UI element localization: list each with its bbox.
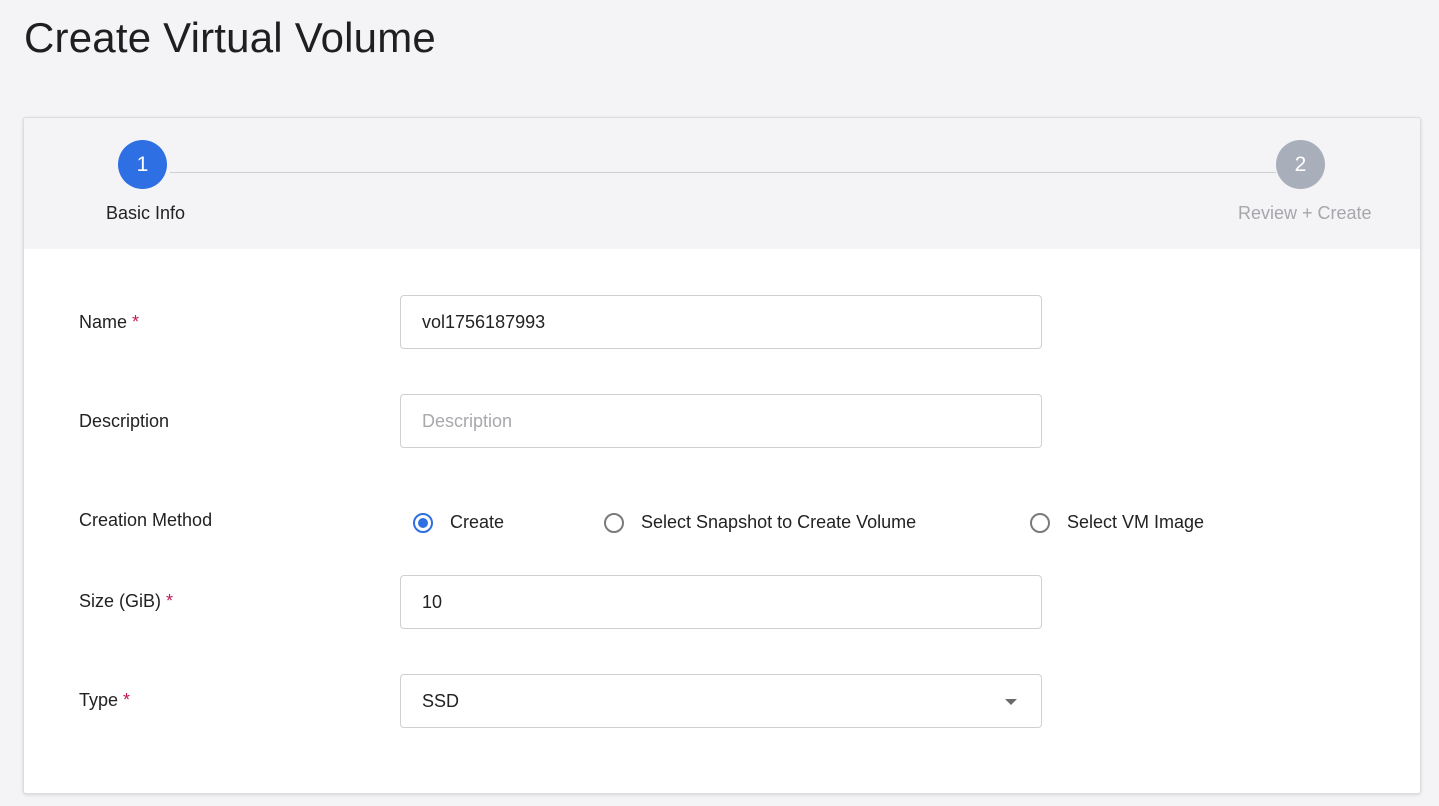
- radio-unchecked-icon[interactable]: [604, 512, 624, 533]
- creation-method-radio-group: Create Select Snapshot to Create Volume …: [24, 512, 1420, 542]
- description-label: Description: [79, 411, 170, 431]
- page-title: Create Virtual Volume: [24, 14, 436, 61]
- step-1-indicator[interactable]: 1: [118, 140, 167, 189]
- name-field[interactable]: [400, 295, 1042, 349]
- name-label-text: Name: [79, 312, 128, 332]
- size-label: Size (GiB) *: [79, 591, 173, 612]
- radio-select-snapshot-label[interactable]: Select Snapshot to Create Volume: [641, 512, 916, 533]
- wizard-stepper: 1 Basic Info 2 Review + Create: [24, 118, 1420, 249]
- radio-select-vm-image-label[interactable]: Select VM Image: [1067, 512, 1204, 533]
- size-input[interactable]: [401, 576, 1041, 628]
- radio-select-vm-image[interactable]: Select VM Image: [1030, 512, 1204, 533]
- type-select-value[interactable]: SSD: [422, 691, 459, 712]
- description-field[interactable]: [400, 394, 1042, 448]
- type-label: Type *: [79, 690, 130, 711]
- type-label-text: Type: [79, 690, 119, 710]
- size-label-text: Size (GiB): [79, 591, 162, 611]
- radio-create-label[interactable]: Create: [450, 512, 504, 533]
- required-marker: *: [123, 690, 131, 710]
- radio-create[interactable]: Create: [413, 512, 504, 533]
- wizard-card: 1 Basic Info 2 Review + Create Name* Des…: [23, 117, 1421, 794]
- radio-select-snapshot[interactable]: Select Snapshot to Create Volume: [604, 512, 916, 533]
- stepper-connector: [170, 172, 1276, 173]
- size-field[interactable]: [400, 575, 1042, 629]
- caret-down-icon[interactable]: [1005, 699, 1017, 705]
- description-input[interactable]: [401, 395, 1041, 447]
- name-input[interactable]: [401, 296, 1041, 348]
- name-label: Name *: [79, 312, 139, 333]
- step-1-label[interactable]: Basic Info: [106, 203, 185, 224]
- radio-checked-icon[interactable]: [413, 512, 433, 533]
- required-marker: *: [132, 312, 140, 332]
- required-marker: *: [166, 591, 174, 611]
- step-2-label[interactable]: Review + Create: [1238, 203, 1372, 224]
- type-select[interactable]: SSD: [400, 674, 1042, 728]
- radio-unchecked-icon[interactable]: [1030, 512, 1050, 533]
- step-2-indicator[interactable]: 2: [1276, 140, 1325, 189]
